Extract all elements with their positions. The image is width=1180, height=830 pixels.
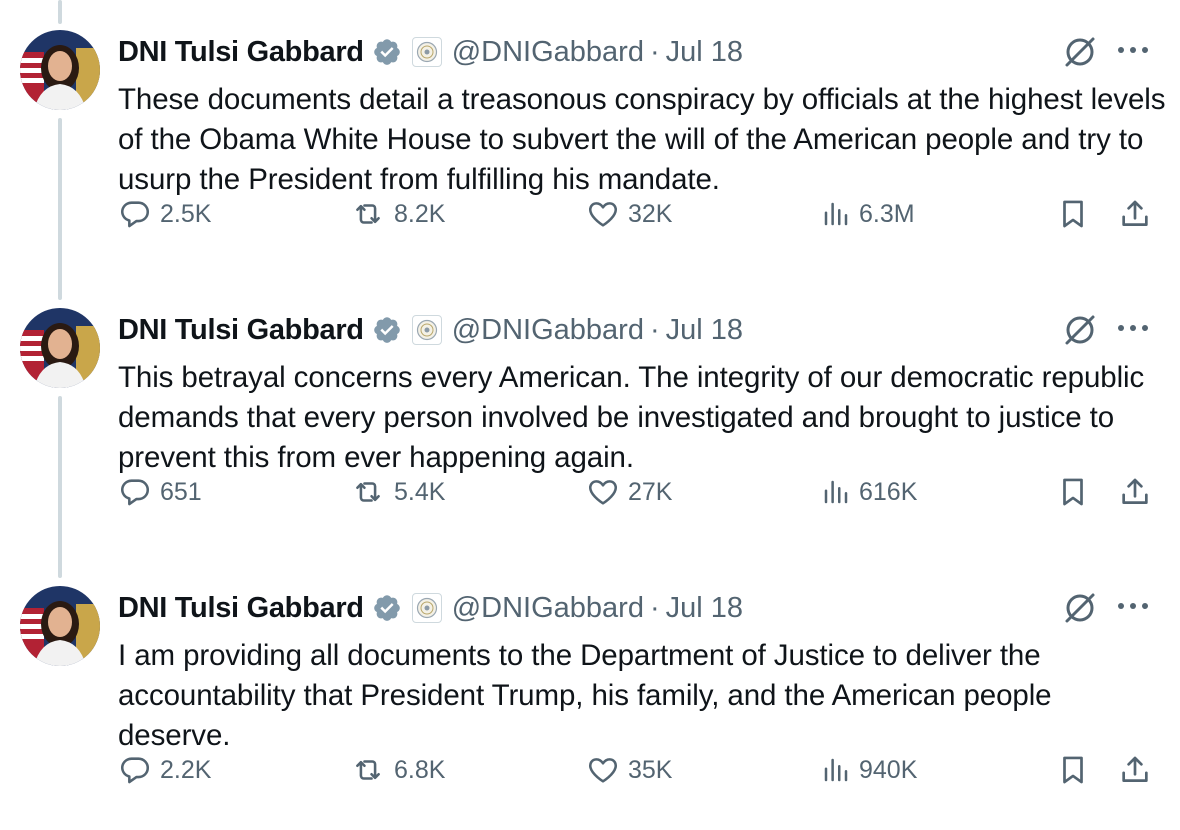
reply-count: 2.2K	[160, 755, 212, 784]
more-options-icon[interactable]	[1116, 596, 1150, 621]
views-chart-icon	[824, 202, 848, 226]
views-button[interactable]: 940K	[821, 750, 917, 790]
bookmark-button[interactable]	[1056, 194, 1090, 234]
avatar[interactable]	[20, 586, 100, 666]
share-button[interactable]	[1118, 750, 1152, 790]
reply-icon	[120, 479, 150, 506]
tweet-actions: 2.5K 8.2K 32K 6.3M	[118, 194, 1158, 234]
bookmark-icon	[1063, 756, 1083, 784]
tweet-text: I am providing all documents to the Depa…	[118, 639, 1052, 752]
like-button[interactable]: 35K	[586, 750, 672, 790]
author-name[interactable]: DNI Tulsi Gabbard	[118, 314, 364, 347]
verified-badge-icon[interactable]	[372, 593, 402, 623]
separator-dot: ·	[649, 35, 660, 68]
reply-button[interactable]: 2.5K	[118, 194, 211, 234]
repost-button[interactable]: 8.2K	[350, 194, 445, 234]
reply-button[interactable]: 2.2K	[118, 750, 211, 790]
heart-icon	[589, 202, 617, 227]
separator-dot: ·	[649, 591, 660, 624]
bookmark-button[interactable]	[1056, 472, 1090, 512]
views-count: 940K	[859, 755, 918, 784]
reply-icon	[120, 201, 150, 228]
like-button[interactable]: 27K	[586, 472, 672, 512]
views-chart-icon	[824, 758, 848, 782]
grok-icon[interactable]	[1062, 590, 1098, 631]
bookmark-icon	[1063, 200, 1083, 228]
share-icon	[1122, 478, 1148, 504]
bookmark-button[interactable]	[1056, 750, 1090, 790]
more-options-icon[interactable]	[1116, 40, 1150, 65]
tweet-date[interactable]: Jul 18	[666, 592, 743, 625]
like-button[interactable]: 32K	[586, 194, 672, 234]
grok-icon[interactable]	[1062, 34, 1098, 75]
affiliation-seal-icon[interactable]	[411, 315, 442, 345]
repost-count: 6.8K	[394, 755, 446, 784]
avatar[interactable]	[20, 30, 100, 110]
heart-icon	[589, 480, 617, 505]
views-count: 616K	[859, 477, 918, 506]
heart-icon	[589, 758, 617, 783]
share-icon	[1122, 200, 1148, 226]
repost-count: 8.2K	[394, 199, 446, 228]
reply-button[interactable]: 651	[118, 472, 202, 512]
separator-dot: ·	[649, 313, 660, 346]
repost-button[interactable]: 5.4K	[350, 472, 445, 512]
views-count: 6.3M	[859, 199, 915, 228]
views-button[interactable]: 6.3M	[821, 194, 915, 234]
tweet-text: This betrayal concerns every American. T…	[118, 361, 1145, 474]
grok-icon[interactable]	[1062, 312, 1098, 353]
views-chart-icon	[824, 480, 848, 504]
views-button[interactable]: 616K	[821, 472, 917, 512]
like-count: 35K	[628, 755, 673, 784]
repost-button[interactable]: 6.8K	[350, 750, 445, 790]
reply-icon	[120, 757, 150, 784]
share-button[interactable]	[1118, 472, 1152, 512]
affiliation-seal-icon[interactable]	[411, 593, 442, 623]
more-options-icon[interactable]	[1116, 318, 1150, 343]
tweet-date[interactable]: Jul 18	[666, 314, 743, 347]
author-handle[interactable]: @DNIGabbard	[452, 592, 644, 625]
reply-count: 651	[160, 477, 202, 506]
author-handle[interactable]: @DNIGabbard	[452, 314, 644, 347]
repost-icon	[356, 482, 380, 502]
author-name[interactable]: DNI Tulsi Gabbard	[118, 36, 364, 69]
author-handle[interactable]: @DNIGabbard	[452, 36, 644, 69]
tweet-actions: 2.2K 6.8K 35K 940K	[118, 750, 1158, 790]
repost-count: 5.4K	[394, 477, 446, 506]
tweet[interactable]: DNI Tulsi Gabbard @DNIGabbard · Jul 18 T…	[0, 0, 1180, 278]
share-button[interactable]	[1118, 194, 1152, 234]
repost-icon	[356, 204, 380, 224]
author-name[interactable]: DNI Tulsi Gabbard	[118, 592, 364, 625]
tweet[interactable]: DNI Tulsi Gabbard @DNIGabbard · Jul 18 I…	[0, 556, 1180, 830]
like-count: 32K	[628, 199, 673, 228]
reply-count: 2.5K	[160, 199, 212, 228]
verified-badge-icon[interactable]	[372, 315, 402, 345]
tweet-actions: 651 5.4K 27K 616K	[118, 472, 1158, 512]
affiliation-seal-icon[interactable]	[411, 37, 442, 67]
repost-icon	[356, 760, 380, 780]
like-count: 27K	[628, 477, 673, 506]
bookmark-icon	[1063, 478, 1083, 506]
tweet-date[interactable]: Jul 18	[666, 36, 743, 69]
verified-badge-icon[interactable]	[372, 37, 402, 67]
tweet[interactable]: DNI Tulsi Gabbard @DNIGabbard · Jul 18 T…	[0, 278, 1180, 556]
avatar[interactable]	[20, 308, 100, 388]
tweet-text: These documents detail a treasonous cons…	[118, 83, 1166, 196]
share-icon	[1122, 756, 1148, 782]
